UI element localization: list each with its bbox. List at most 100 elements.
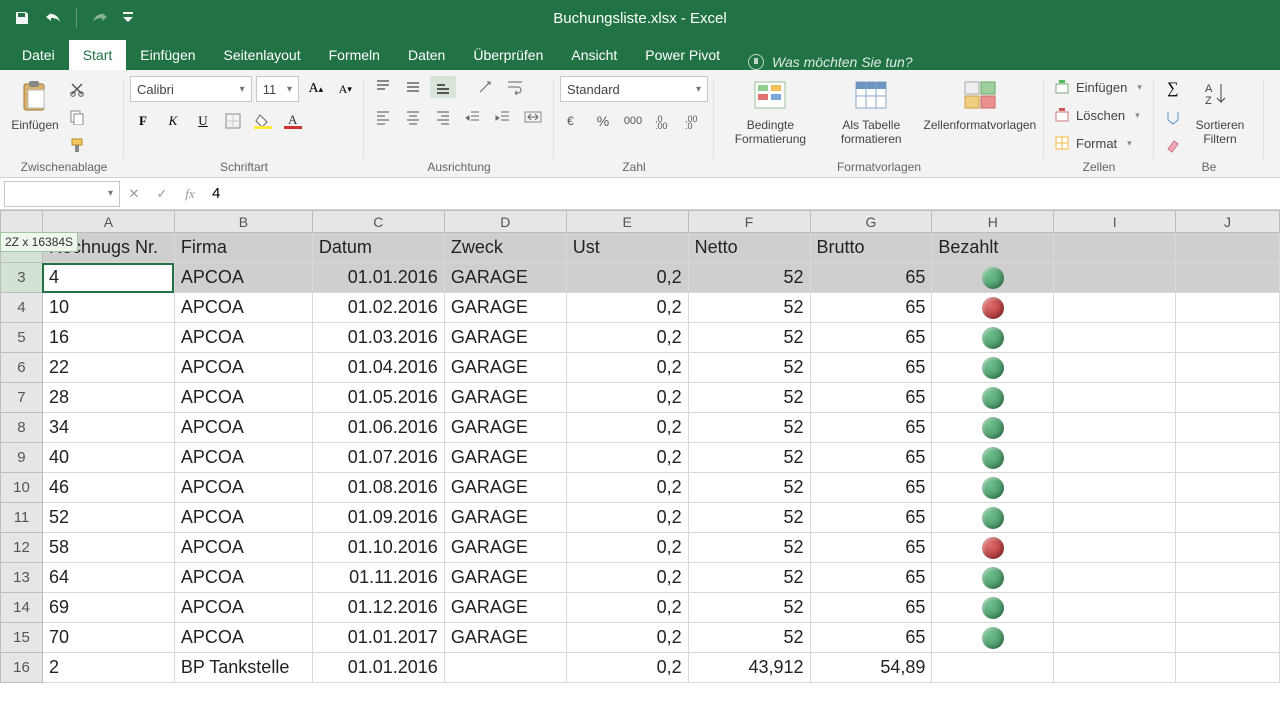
cell[interactable]: 52 xyxy=(688,263,810,293)
cell[interactable] xyxy=(1176,503,1280,533)
cell[interactable]: 01.08.2016 xyxy=(312,473,444,503)
cell[interactable]: 01.03.2016 xyxy=(312,323,444,353)
cell[interactable]: 4 xyxy=(42,263,174,293)
decrease-decimal-icon[interactable]: ,00,0 xyxy=(680,110,706,132)
cell-styles-button[interactable]: Zellenformatvorlagen xyxy=(922,76,1038,132)
redo-icon[interactable] xyxy=(89,5,109,31)
cell[interactable]: BP Tankstelle xyxy=(174,653,312,683)
row-header[interactable]: 6 xyxy=(1,353,43,383)
cell[interactable] xyxy=(1054,323,1176,353)
cell[interactable]: 65 xyxy=(810,323,932,353)
conditional-formatting-button[interactable]: Bedingte Formatierung xyxy=(720,76,821,146)
cell[interactable]: 01.02.2016 xyxy=(312,293,444,323)
cell[interactable]: Netto xyxy=(688,233,810,263)
cell[interactable] xyxy=(1054,593,1176,623)
cell[interactable]: 0,2 xyxy=(566,413,688,443)
cell[interactable]: 0,2 xyxy=(566,623,688,653)
cell[interactable]: APCOA xyxy=(174,503,312,533)
cell[interactable]: 65 xyxy=(810,413,932,443)
fill-color-icon[interactable] xyxy=(250,110,276,132)
cell[interactable]: 34 xyxy=(42,413,174,443)
shrink-font-icon[interactable]: A▾ xyxy=(333,78,358,100)
cell[interactable]: 01.01.2016 xyxy=(312,263,444,293)
cell[interactable]: GARAGE xyxy=(444,383,566,413)
cancel-icon[interactable]: ✕ xyxy=(120,181,148,207)
align-left-icon[interactable] xyxy=(370,106,396,128)
cell[interactable] xyxy=(1054,623,1176,653)
cell[interactable]: 52 xyxy=(688,533,810,563)
row-header[interactable]: 7 xyxy=(1,383,43,413)
cell[interactable] xyxy=(932,503,1054,533)
grow-font-icon[interactable]: A▴ xyxy=(303,78,328,100)
cell[interactable] xyxy=(1054,413,1176,443)
col-header-C[interactable]: C xyxy=(312,211,444,233)
cell[interactable]: 64 xyxy=(42,563,174,593)
row-header[interactable]: 3 xyxy=(1,263,43,293)
cell[interactable]: 65 xyxy=(810,593,932,623)
cell[interactable]: 65 xyxy=(810,383,932,413)
row-header[interactable]: 9 xyxy=(1,443,43,473)
align-bottom-icon[interactable] xyxy=(430,76,456,98)
cell[interactable]: 54,89 xyxy=(810,653,932,683)
col-header-G[interactable]: G xyxy=(810,211,932,233)
cell[interactable]: 0,2 xyxy=(566,503,688,533)
select-all-corner[interactable] xyxy=(1,211,43,233)
cell[interactable]: GARAGE xyxy=(444,503,566,533)
cell[interactable] xyxy=(1054,443,1176,473)
cell[interactable]: APCOA xyxy=(174,353,312,383)
cell[interactable]: APCOA xyxy=(174,533,312,563)
cell[interactable]: GARAGE xyxy=(444,443,566,473)
col-header-F[interactable]: F xyxy=(688,211,810,233)
cell[interactable] xyxy=(1054,503,1176,533)
cell[interactable]: APCOA xyxy=(174,263,312,293)
tab-daten[interactable]: Daten xyxy=(394,40,459,70)
cell[interactable] xyxy=(1176,263,1280,293)
orientation-icon[interactable] xyxy=(472,76,498,98)
cell[interactable] xyxy=(1054,353,1176,383)
col-header-H[interactable]: H xyxy=(932,211,1054,233)
sort-filter-button[interactable]: AZ SortierenFiltern xyxy=(1190,76,1250,146)
col-header-E[interactable]: E xyxy=(566,211,688,233)
percent-icon[interactable]: % xyxy=(590,110,616,132)
tab-überprüfen[interactable]: Überprüfen xyxy=(459,40,557,70)
cell[interactable] xyxy=(1176,623,1280,653)
tab-ansicht[interactable]: Ansicht xyxy=(557,40,631,70)
cell[interactable] xyxy=(1176,293,1280,323)
name-box[interactable]: ▾ xyxy=(4,181,120,207)
tab-file[interactable]: Datei xyxy=(8,40,69,70)
row-header[interactable]: 12 xyxy=(1,533,43,563)
cell[interactable]: 0,2 xyxy=(566,443,688,473)
cell[interactable]: 28 xyxy=(42,383,174,413)
cell[interactable]: 01.05.2016 xyxy=(312,383,444,413)
cell[interactable]: 01.09.2016 xyxy=(312,503,444,533)
cell[interactable] xyxy=(1176,653,1280,683)
row-header[interactable]: 13 xyxy=(1,563,43,593)
cell[interactable]: 01.07.2016 xyxy=(312,443,444,473)
cell[interactable] xyxy=(1054,263,1176,293)
format-painter-icon[interactable] xyxy=(64,134,90,156)
tab-formeln[interactable]: Formeln xyxy=(315,40,394,70)
formula-input[interactable] xyxy=(204,181,1280,207)
cell[interactable]: 65 xyxy=(810,353,932,383)
cell[interactable]: 52 xyxy=(688,593,810,623)
italic-button[interactable]: K xyxy=(160,110,186,132)
cell[interactable]: 52 xyxy=(688,323,810,353)
align-top-icon[interactable] xyxy=(370,76,396,98)
merge-center-icon[interactable] xyxy=(520,106,546,128)
cell[interactable] xyxy=(932,443,1054,473)
cell[interactable]: 0,2 xyxy=(566,473,688,503)
cell[interactable]: Bezahlt xyxy=(932,233,1054,263)
align-center-icon[interactable] xyxy=(400,106,426,128)
cell[interactable]: 65 xyxy=(810,503,932,533)
cell[interactable]: APCOA xyxy=(174,413,312,443)
cell[interactable]: 0,2 xyxy=(566,353,688,383)
wrap-text-icon[interactable] xyxy=(502,76,528,98)
cell[interactable]: 52 xyxy=(688,443,810,473)
cell[interactable]: 01.11.2016 xyxy=(312,563,444,593)
cell[interactable] xyxy=(1176,413,1280,443)
cell[interactable]: 52 xyxy=(688,383,810,413)
cell[interactable]: APCOA xyxy=(174,443,312,473)
cell[interactable]: GARAGE xyxy=(444,323,566,353)
cell[interactable]: Brutto xyxy=(810,233,932,263)
cell[interactable]: GARAGE xyxy=(444,593,566,623)
